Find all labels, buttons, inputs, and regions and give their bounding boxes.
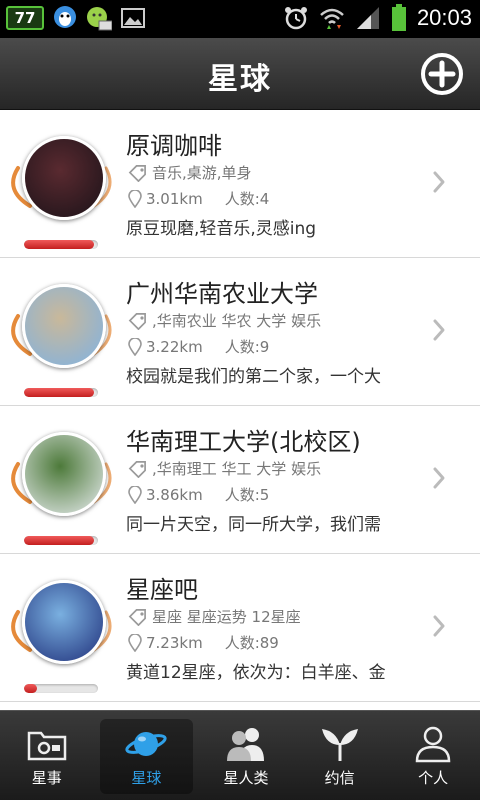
- status-bar: 77 20:03: [0, 0, 480, 38]
- planet-list-item[interactable]: 原调咖啡 音乐,桌游,单身 3.01km 人数:4 原豆现磨,轻音乐,灵感ing: [0, 110, 480, 258]
- planet-tags-text: 音乐,桌游,单身: [152, 164, 252, 182]
- signal-icon: [356, 7, 379, 29]
- location-pin-icon: [128, 633, 142, 652]
- nav-item-planet[interactable]: 星球: [99, 719, 194, 794]
- clock-time: 20:03: [416, 5, 472, 30]
- planet-member-count: 人数:89: [224, 634, 279, 652]
- nav-item-star-people[interactable]: 星人类: [199, 711, 293, 800]
- add-planet-button[interactable]: [418, 50, 466, 98]
- location-pin-icon: [128, 189, 142, 208]
- location-pin-icon: [128, 485, 142, 504]
- planet-description: 原豆现磨,轻音乐,灵感ing: [126, 219, 317, 239]
- nav-item-dating-letters[interactable]: 约信: [293, 711, 387, 800]
- planet-distance: 7.23km: [146, 633, 203, 652]
- planet-list: 原调咖啡 音乐,桌游,单身 3.01km 人数:4 原豆现磨,轻音乐,灵感ing: [0, 110, 480, 710]
- planet-list-item[interactable]: 华南理工大学(北校区) ,华南理工 华工 大学 娱乐 3.86km 人数:5 同…: [0, 406, 480, 554]
- tag-icon: [128, 164, 146, 182]
- tag-icon: [128, 312, 146, 330]
- planet-tags-text: ,华南理工 华工 大学 娱乐: [152, 460, 322, 478]
- planet-name: 星座吧: [126, 576, 198, 604]
- planet-meta: 3.86km 人数:5: [128, 484, 269, 505]
- tag-icon: [128, 608, 146, 626]
- sprout-icon: [321, 729, 358, 761]
- activity-progress-bar: [24, 536, 98, 545]
- planet-avatar: [22, 284, 106, 368]
- planet-tags: 星座 星座运势 12星座: [128, 606, 301, 627]
- nav-item-star-events[interactable]: 星事: [0, 711, 94, 800]
- planet-distance: 3.86km: [146, 485, 203, 504]
- planet-meta: 7.23km 人数:89: [128, 632, 279, 653]
- planet-distance: 3.01km: [146, 189, 203, 208]
- bottom-nav: 星事 星球 星人类 约信 个人: [0, 710, 480, 800]
- nav-item-personal[interactable]: 个人: [386, 711, 480, 800]
- chevron-right-icon[interactable]: [432, 318, 446, 342]
- location-pin-icon: [128, 337, 142, 356]
- nav-label-star-people: 星人类: [223, 769, 269, 787]
- planet-tags: 音乐,桌游,单身: [128, 162, 252, 183]
- battery-level-icon: 77: [6, 6, 44, 30]
- activity-progress-fill: [24, 240, 95, 249]
- planet-avatar: [22, 432, 106, 516]
- planet-name: 原调咖啡: [126, 132, 222, 160]
- planet-list-item[interactable]: 广州华南农业大学 ,华南农业 华农 大学 娱乐 3.22km 人数:9 校园就是…: [0, 258, 480, 406]
- planet-name: 华南理工大学(北校区): [126, 428, 361, 456]
- activity-progress-bar: [24, 388, 98, 397]
- planet-meta: 3.01km 人数:4: [128, 188, 269, 209]
- activity-progress-fill: [24, 684, 38, 693]
- planet-list-item[interactable]: 星座吧 星座 星座运势 12星座 7.23km 人数:89 黄道12星座，依次为…: [0, 554, 480, 702]
- page-title: 星球: [208, 62, 272, 97]
- tag-icon: [128, 460, 146, 478]
- battery-icon: [391, 4, 406, 31]
- planet-avatar: [22, 580, 106, 664]
- people-icon: [226, 728, 264, 761]
- planet-icon: [125, 732, 168, 756]
- activity-progress-bar: [24, 684, 98, 693]
- planet-avatar: [22, 136, 106, 220]
- planet-member-count: 人数:5: [224, 486, 270, 504]
- alarm-icon: [284, 7, 307, 30]
- planet-avatar-wrap: [11, 130, 112, 230]
- planet-avatar-wrap: [11, 426, 112, 526]
- planet-tags-text: 星座 星座运势 12星座: [152, 608, 301, 626]
- battery-level-text: 77: [14, 9, 36, 27]
- chevron-right-icon[interactable]: [432, 614, 446, 638]
- planet-description: 同一片天空，同一所大学，我们需: [126, 515, 381, 535]
- chevron-right-icon[interactable]: [432, 466, 446, 490]
- planet-member-count: 人数:9: [224, 338, 270, 356]
- nav-label-dating-letters: 约信: [324, 769, 355, 787]
- planet-tags-text: ,华南农业 华农 大学 娱乐: [152, 312, 322, 330]
- camera-folder-icon: [27, 731, 67, 761]
- chevron-right-icon[interactable]: [432, 170, 446, 194]
- qq-icon: [54, 6, 76, 28]
- planet-tags: ,华南理工 华工 大学 娱乐: [128, 458, 321, 479]
- planet-name: 广州华南农业大学: [126, 280, 318, 308]
- planet-avatar-wrap: [11, 574, 112, 674]
- planet-avatar-wrap: [11, 278, 112, 378]
- nav-label-personal: 个人: [418, 769, 449, 787]
- wechat-icon: [87, 7, 112, 31]
- header-bar: 星球: [0, 38, 480, 110]
- planet-member-count: 人数:4: [224, 190, 270, 208]
- planet-description: 校园就是我们的第二个家，一个大: [126, 367, 381, 387]
- nav-label-star-events: 星事: [31, 769, 62, 787]
- activity-progress-fill: [24, 536, 95, 545]
- nav-label-planet: 星球: [131, 769, 162, 787]
- planet-tags: ,华南农业 华农 大学 娱乐: [128, 310, 321, 331]
- activity-progress-bar: [24, 240, 98, 249]
- wifi-icon: [320, 8, 344, 29]
- activity-progress-fill: [24, 388, 95, 397]
- person-icon: [415, 726, 451, 763]
- planet-meta: 3.22km 人数:9: [128, 336, 269, 357]
- planet-description: 黄道12星座，依次为：白羊座、金: [126, 663, 386, 683]
- planet-distance: 3.22km: [146, 337, 203, 356]
- image-icon: [121, 8, 145, 28]
